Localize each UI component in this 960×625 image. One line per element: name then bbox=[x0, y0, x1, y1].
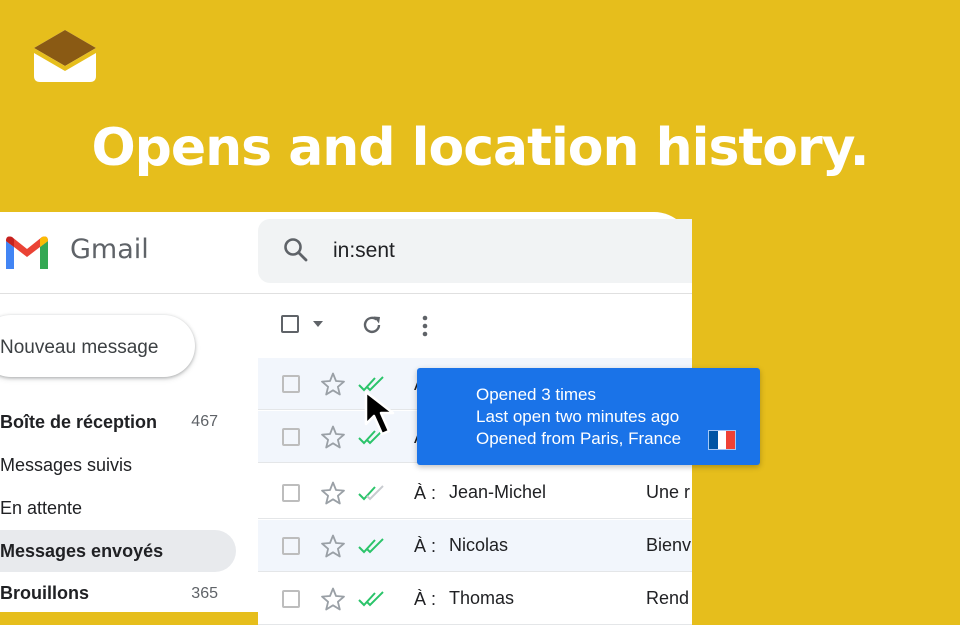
row-checkbox[interactable] bbox=[282, 537, 300, 555]
tracking-tooltip: Opened 3 times Last open two minutes ago… bbox=[417, 368, 760, 465]
tooltip-last-open: Last open two minutes ago bbox=[476, 407, 680, 426]
row-recipient: Thomas bbox=[449, 588, 515, 608]
sidebar-item-inbox[interactable]: Boîte de réception 467 bbox=[0, 401, 236, 443]
page-headline: Opens and location history. bbox=[91, 118, 869, 178]
row-checkbox[interactable] bbox=[282, 375, 300, 393]
sidebar-item-label: En attente bbox=[0, 498, 83, 518]
sidebar-item-label: Messages envoyés bbox=[0, 541, 164, 561]
search-icon[interactable] bbox=[283, 237, 309, 263]
tooltip-location: Opened from Paris, France bbox=[476, 429, 682, 448]
chevron-down-icon[interactable] bbox=[312, 320, 324, 328]
compose-button-label[interactable]: Nouveau message bbox=[0, 337, 158, 359]
sidebar-item-snoozed[interactable]: En attente bbox=[0, 487, 236, 529]
row-snippet: Une r bbox=[646, 482, 691, 502]
france-flag-icon bbox=[708, 430, 736, 450]
header-divider bbox=[0, 293, 692, 294]
sidebar-item-sent[interactable]: Messages envoyés bbox=[0, 530, 236, 572]
row-to-label: À : bbox=[414, 536, 437, 556]
search-input[interactable]: in:sent bbox=[333, 239, 395, 263]
table-row[interactable]: À : Thomas Rend bbox=[258, 573, 692, 625]
star-icon[interactable] bbox=[320, 480, 346, 506]
row-snippet: Bienv bbox=[646, 535, 692, 555]
refresh-icon[interactable] bbox=[360, 313, 384, 337]
row-checkbox[interactable] bbox=[282, 428, 300, 446]
row-snippet: Rend bbox=[646, 588, 690, 608]
row-recipient: Jean-Michel bbox=[449, 482, 547, 502]
envelope-logo-icon bbox=[34, 30, 96, 82]
sidebar-item-starred[interactable]: Messages suivis bbox=[0, 444, 236, 486]
double-check-icon bbox=[358, 591, 384, 607]
select-all-checkbox[interactable] bbox=[281, 315, 299, 333]
star-icon[interactable] bbox=[320, 424, 346, 450]
search-bar[interactable] bbox=[258, 219, 692, 283]
table-row[interactable]: À : Nicolas Bienv bbox=[258, 520, 692, 572]
sidebar-item-label: Brouillons bbox=[0, 583, 89, 603]
gmail-logo-icon bbox=[6, 236, 48, 269]
row-to-label: À : bbox=[414, 483, 437, 503]
star-icon[interactable] bbox=[320, 533, 346, 559]
star-icon[interactable] bbox=[320, 371, 346, 397]
tooltip-open-count: Opened 3 times bbox=[476, 385, 597, 404]
star-icon[interactable] bbox=[320, 586, 346, 612]
more-vert-icon[interactable] bbox=[418, 314, 432, 338]
gmail-wordmark: Gmail bbox=[70, 234, 149, 265]
sidebar-item-count: 365 bbox=[191, 585, 218, 602]
row-recipient: Nicolas bbox=[449, 535, 509, 555]
double-check-icon bbox=[358, 538, 384, 554]
sidebar-item-label: Messages suivis bbox=[0, 455, 133, 475]
sidebar-item-count: 467 bbox=[191, 413, 218, 430]
mouse-pointer-icon bbox=[364, 390, 395, 436]
sidebar-item-drafts[interactable]: Brouillons 365 bbox=[0, 573, 236, 615]
table-row[interactable]: À : Jean-Michel Une r bbox=[258, 467, 692, 519]
row-checkbox[interactable] bbox=[282, 590, 300, 608]
double-check-icon bbox=[358, 485, 384, 501]
row-checkbox[interactable] bbox=[282, 484, 300, 502]
sidebar-item-label: Boîte de réception bbox=[0, 412, 158, 432]
